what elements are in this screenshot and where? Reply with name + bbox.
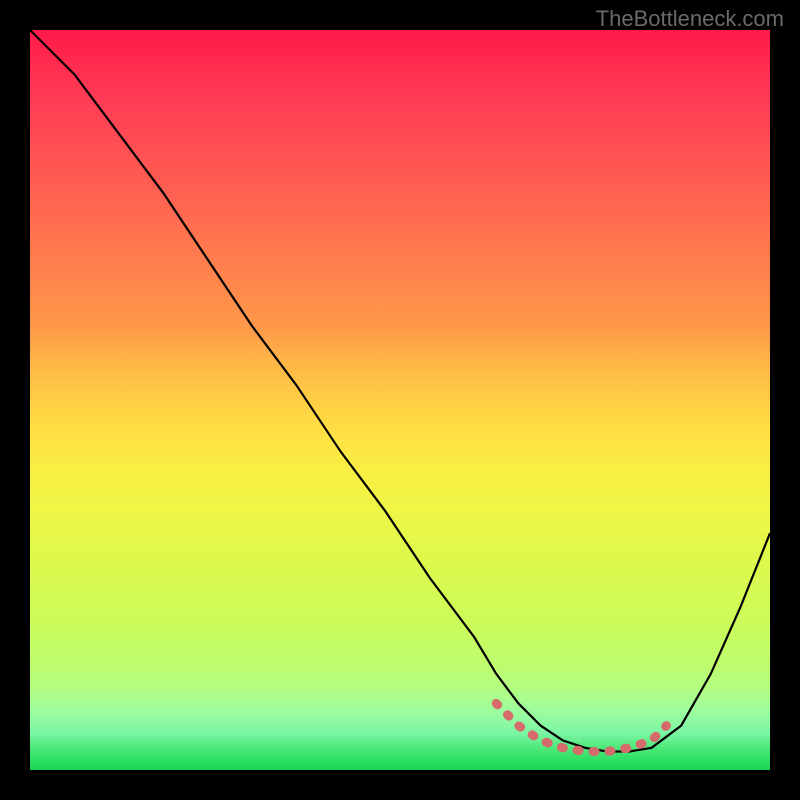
bottleneck-curve (30, 30, 770, 752)
chart-svg (30, 30, 770, 770)
watermark-text: TheBottleneck.com (596, 6, 784, 32)
optimal-band (496, 703, 666, 751)
plot-area (30, 30, 770, 770)
